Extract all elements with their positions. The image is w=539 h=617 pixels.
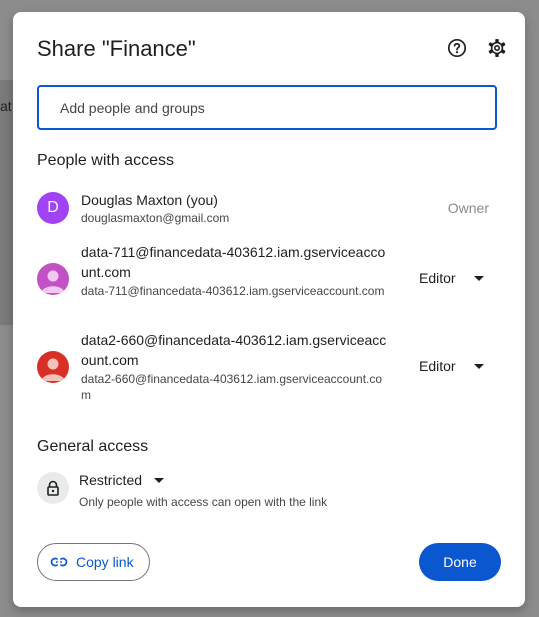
role-dropdown-editor[interactable]: Editor [419, 270, 484, 286]
role-label: Editor [419, 358, 456, 374]
help-button[interactable] [443, 36, 471, 64]
avatar [37, 263, 69, 295]
general-access-dropdown[interactable]: Restricted [79, 472, 165, 488]
done-button[interactable]: Done [419, 543, 501, 581]
person-name: data-711@financedata-403612.iam.gservice… [81, 244, 386, 280]
copy-link-button[interactable]: Copy link [37, 543, 150, 581]
person-row-editor: data-711@financedata-403612.iam.gservice… [37, 242, 507, 318]
person-avatar-icon [41, 358, 65, 381]
access-description: Only people with access can open with th… [79, 495, 328, 509]
person-name: Douglas Maxton (you) [81, 192, 218, 208]
share-dialog: Share "Finance" Add people and groups Pe… [13, 12, 525, 607]
chevron-down-icon [154, 477, 165, 483]
done-label: Done [443, 554, 477, 570]
background-text-fragment: at [0, 98, 12, 114]
gear-icon [487, 38, 507, 63]
avatar-letter: D [47, 199, 59, 216]
person-name: data2-660@financedata-403612.iam.gservic… [81, 332, 387, 368]
role-dropdown-editor[interactable]: Editor [419, 358, 484, 374]
role-label: Editor [419, 270, 456, 286]
help-circle-icon [447, 38, 467, 63]
access-level-label: Restricted [79, 472, 143, 488]
person-email: douglasmaxton@gmail.com [81, 211, 230, 225]
copy-link-label: Copy link [76, 554, 134, 570]
person-email: data2-660@financedata-403612.iam.gservic… [81, 372, 383, 402]
chevron-down-icon [473, 275, 484, 281]
person-row-editor: data2-660@financedata-403612.iam.gservic… [37, 330, 507, 406]
settings-button[interactable] [483, 36, 511, 64]
person-row-owner: D Douglas Maxton (you) douglasmaxton@gma… [37, 192, 507, 228]
add-people-field[interactable] [37, 85, 497, 130]
dialog-title: Share "Finance" [37, 36, 196, 61]
general-access-heading: General access [37, 438, 149, 455]
lock-icon [37, 472, 69, 504]
avatar: D [37, 192, 69, 224]
role-label-owner: Owner [447, 200, 489, 216]
chevron-down-icon [473, 363, 484, 369]
person-avatar-icon [41, 270, 65, 293]
add-people-input[interactable] [58, 98, 482, 117]
person-email: data-711@financedata-403612.iam.gservice… [81, 284, 385, 298]
avatar [37, 351, 69, 383]
link-icon [50, 553, 68, 571]
people-with-access-heading: People with access [37, 152, 174, 169]
